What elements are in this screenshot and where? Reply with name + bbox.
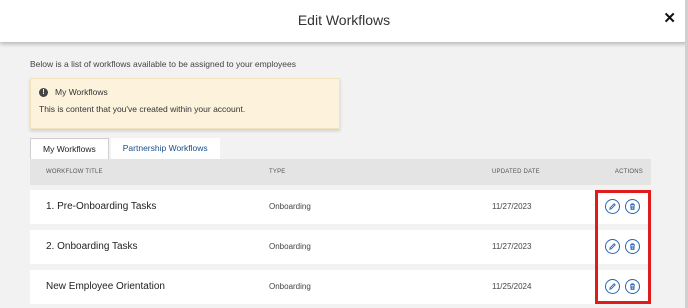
info-box-text: This is content that you've created with… bbox=[39, 104, 246, 114]
table-row: 1. Pre-Onboarding Tasks Onboarding 11/27… bbox=[30, 190, 651, 224]
workflow-updated-date: 11/25/2024 bbox=[492, 282, 532, 291]
table-row: New Employee Orientation Onboarding 11/2… bbox=[30, 270, 651, 304]
workflow-title: 1. Pre-Onboarding Tasks bbox=[46, 201, 157, 212]
workflow-title: 2. Onboarding Tasks bbox=[46, 241, 138, 252]
workflow-title: New Employee Orientation bbox=[46, 281, 165, 292]
tab-my-workflows[interactable]: My Workflows bbox=[30, 138, 109, 160]
column-header-actions: ACTIONS bbox=[614, 169, 643, 175]
table-row: 2. Onboarding Tasks Onboarding 11/27/202… bbox=[30, 230, 651, 264]
close-button[interactable]: ✕ bbox=[663, 10, 676, 28]
tab-bar: My Workflows Partnership Workflows bbox=[30, 138, 220, 160]
modal-header: Edit Workflows ✕ bbox=[0, 0, 688, 42]
workflow-type: Onboarding bbox=[269, 242, 311, 251]
info-box: ! My Workflows This is content that you'… bbox=[30, 78, 340, 129]
intro-text: Below is a list of workflows available t… bbox=[30, 59, 296, 69]
workflow-type: Onboarding bbox=[269, 202, 311, 211]
column-header-title[interactable]: WORKFLOW TITLE bbox=[46, 169, 103, 175]
column-header-updated[interactable]: UPDATED DATE bbox=[492, 169, 540, 175]
info-icon: ! bbox=[39, 87, 48, 97]
tab-partnership-workflows[interactable]: Partnership Workflows bbox=[110, 138, 220, 160]
actions-highlight-box bbox=[595, 190, 651, 304]
workflow-updated-date: 11/27/2023 bbox=[492, 202, 532, 211]
workflow-updated-date: 11/27/2023 bbox=[492, 242, 532, 251]
info-box-title: My Workflows bbox=[55, 87, 108, 97]
column-header-type[interactable]: TYPE bbox=[269, 169, 285, 175]
table-header: WORKFLOW TITLE TYPE UPDATED DATE ACTIONS bbox=[30, 159, 651, 185]
modal-title: Edit Workflows bbox=[297, 12, 391, 28]
workflow-type: Onboarding bbox=[269, 282, 311, 291]
